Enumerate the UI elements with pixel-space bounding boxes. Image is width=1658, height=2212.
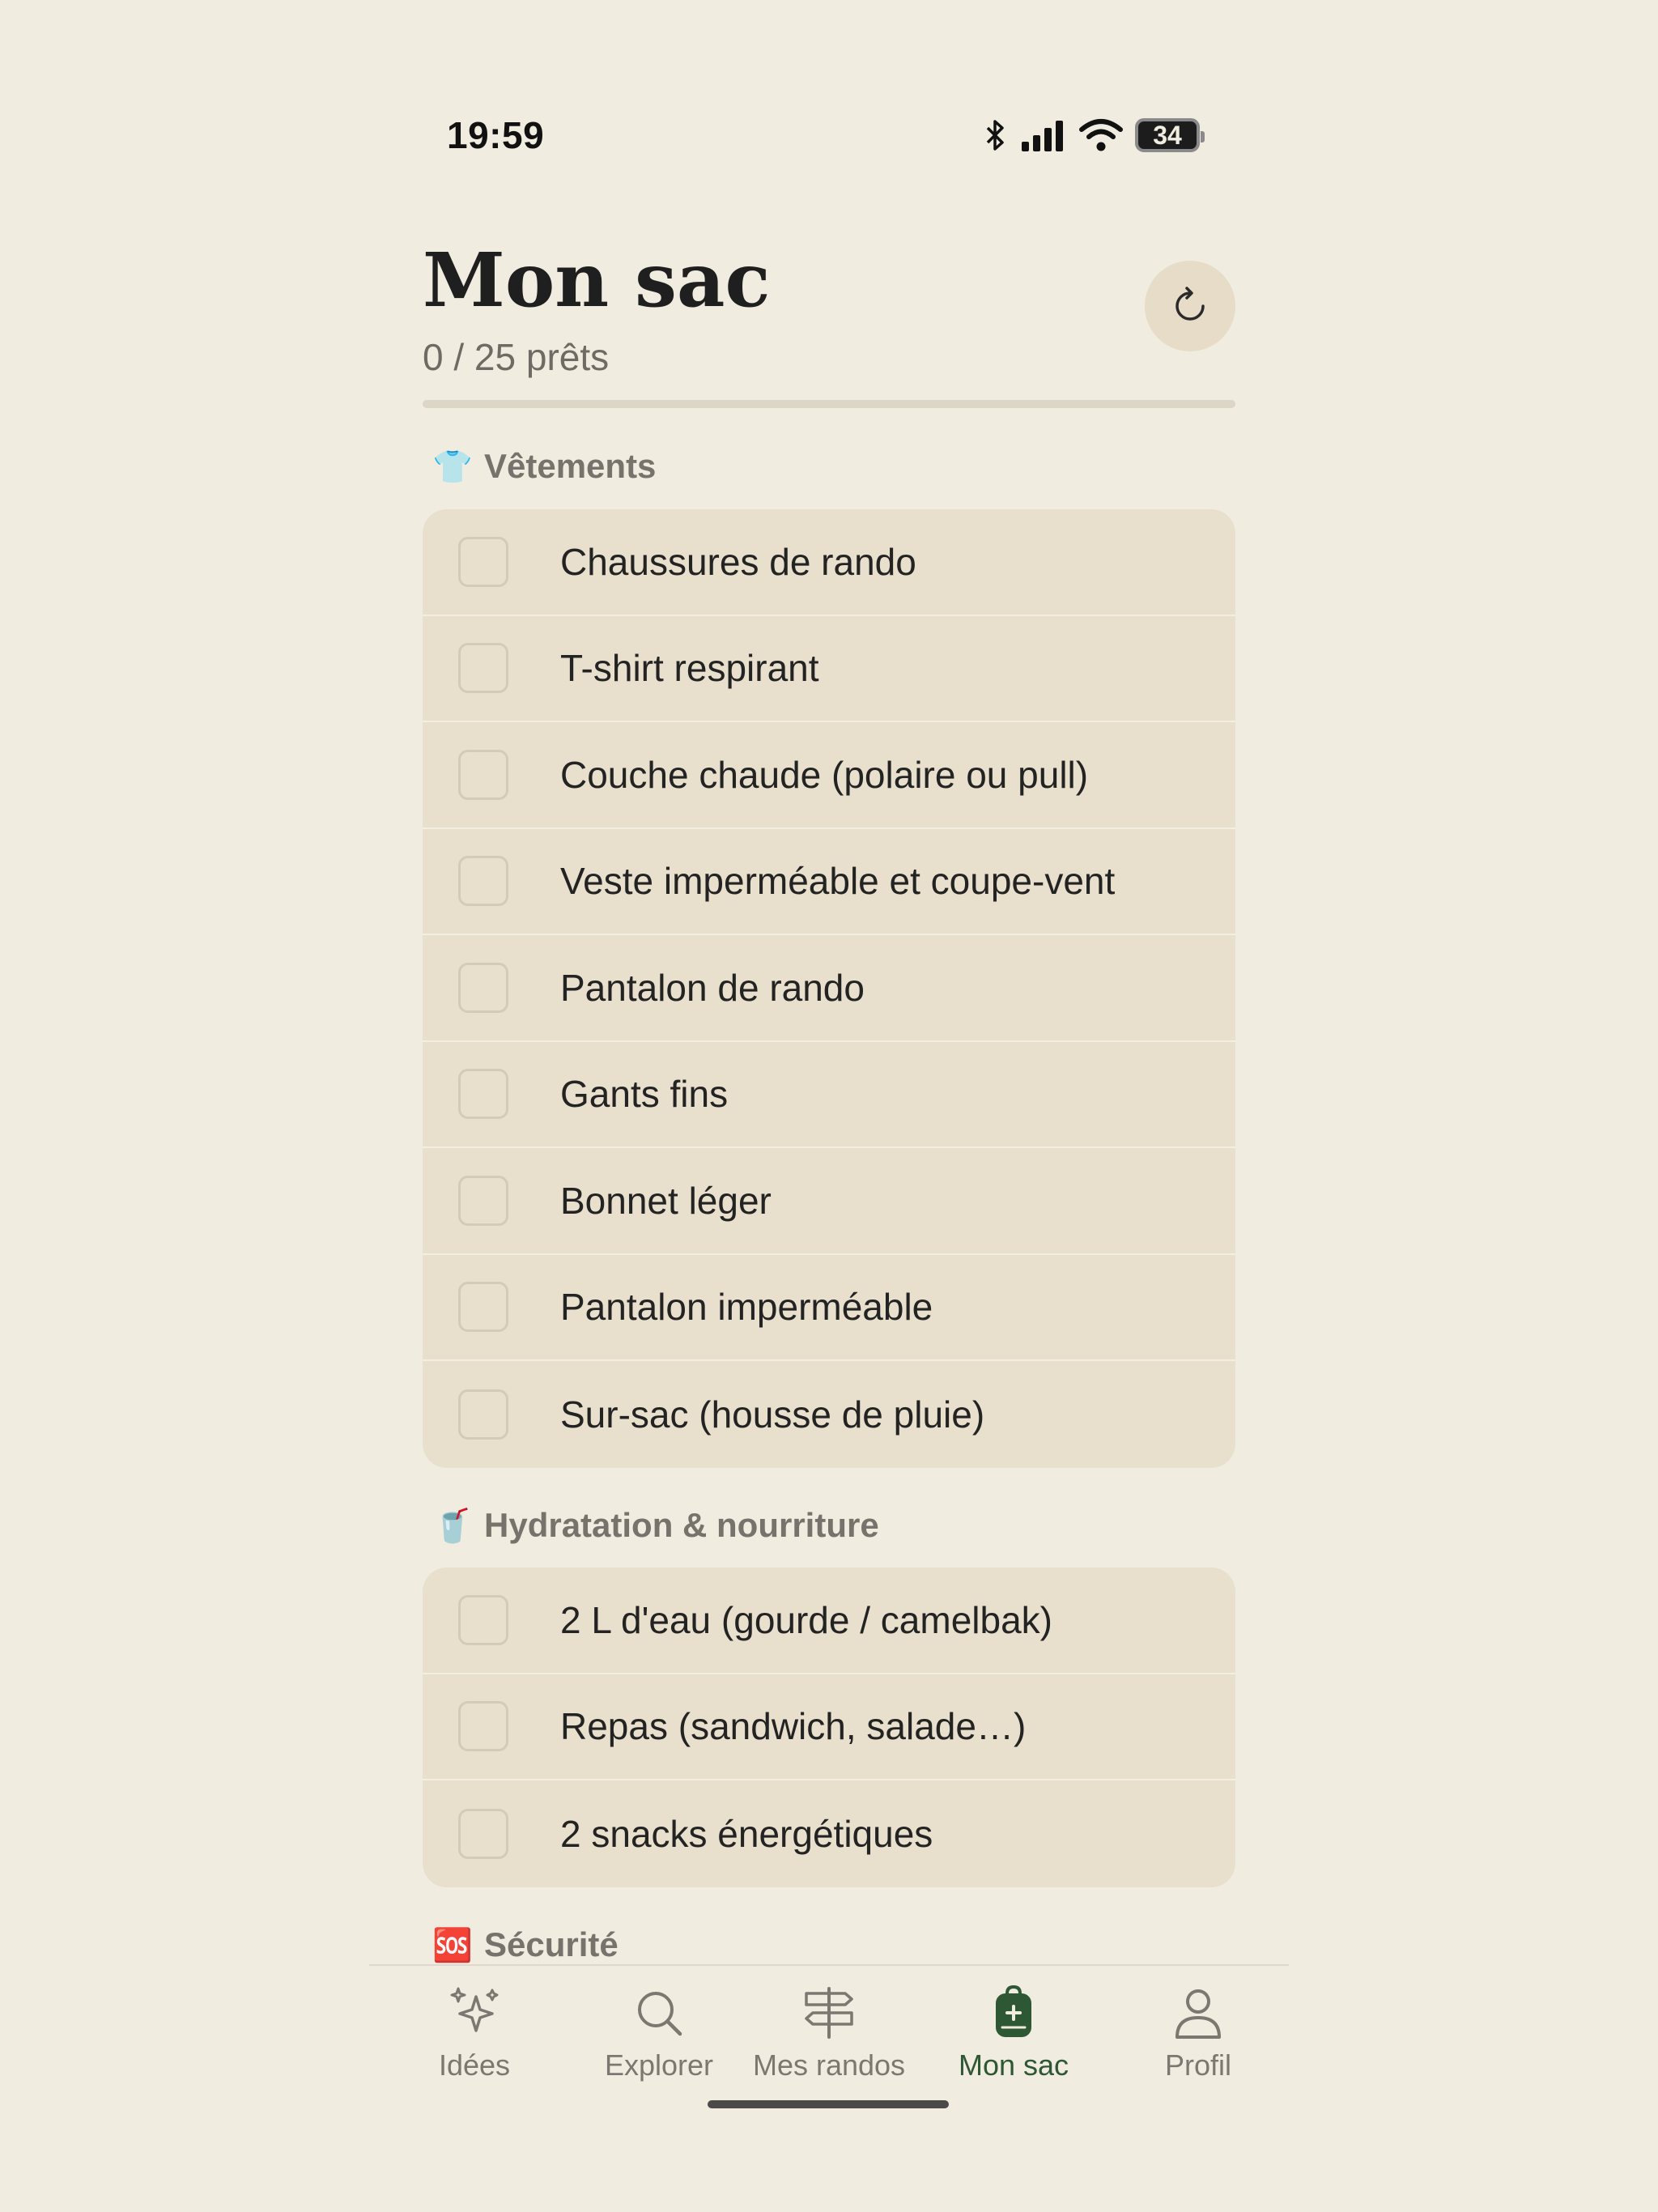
person-icon (1175, 1989, 1221, 2039)
tab-label: Profil (1164, 2048, 1232, 2082)
tab-profil[interactable]: Profil (1109, 1982, 1287, 2082)
refresh-icon (1175, 287, 1205, 321)
tab-mes-randos[interactable]: Mes randos (740, 1982, 918, 2082)
checklist-item[interactable]: Sur-sac (housse de pluie) (423, 1361, 1235, 1468)
checkbox[interactable] (458, 1175, 508, 1226)
checklist-card-hydratation: 2 L d'eau (gourde / camelbak) Repas (san… (423, 1568, 1235, 1887)
tab-label: Idées (438, 2048, 511, 2082)
battery-indicator: 34 (1135, 118, 1205, 152)
checkbox[interactable] (458, 643, 508, 694)
checklist-item[interactable]: Veste imperméable et coupe-vent (423, 829, 1235, 935)
drink-cup-icon: 🥤 (432, 1508, 473, 1544)
checklist-item[interactable]: Repas (sandwich, salade…) (423, 1674, 1235, 1780)
checklist-card-vetements: Chaussures de rando T-shirt respirant Co… (423, 509, 1235, 1468)
home-indicator[interactable] (708, 2100, 949, 2108)
backpack-icon (996, 1984, 1031, 2037)
checkbox[interactable] (458, 1389, 508, 1440)
tab-bar: Idées Explorer Mes randos Mon sac Profil (369, 1964, 1289, 2212)
checkbox[interactable] (458, 1282, 508, 1333)
section-header-hydratation: 🥤 Hydratation & nourriture (432, 1506, 879, 1545)
checklist-item[interactable]: Couche chaude (polaire ou pull) (423, 722, 1235, 829)
tab-mon-sac[interactable]: Mon sac (925, 1982, 1103, 2082)
section-title: Hydratation & nourriture (484, 1506, 879, 1544)
item-label: Bonnet léger (560, 1179, 772, 1222)
item-label: Pantalon imperméable (560, 1286, 933, 1329)
checklist-item[interactable]: Gants fins (423, 1042, 1235, 1148)
bluetooth-icon (986, 120, 1004, 151)
tab-label: Explorer (604, 2048, 714, 2082)
checkbox[interactable] (458, 1808, 508, 1859)
status-time: 19:59 (447, 114, 545, 156)
search-icon (638, 1992, 682, 2036)
item-label: 2 L d'eau (gourde / camelbak) (560, 1598, 1052, 1641)
section-header-securite: 🆘 Sécurité (432, 1925, 619, 1964)
item-label: Repas (sandwich, salade…) (560, 1705, 1027, 1748)
checklist-item[interactable]: Pantalon de rando (423, 935, 1235, 1042)
checkbox[interactable] (458, 536, 508, 587)
checkbox[interactable] (458, 856, 508, 907)
sos-icon: 🆘 (432, 1927, 473, 1963)
tab-explorer[interactable]: Explorer (570, 1982, 748, 2082)
checkbox[interactable] (458, 1701, 508, 1752)
progress-bar (423, 400, 1235, 408)
item-label: Veste imperméable et coupe-vent (560, 860, 1116, 903)
item-label: Couche chaude (polaire ou pull) (560, 753, 1089, 796)
tab-label: Mes randos (752, 2048, 906, 2082)
item-label: Chaussures de rando (560, 540, 916, 583)
checklist-item[interactable]: Chaussures de rando (423, 509, 1235, 616)
item-label: Sur-sac (housse de pluie) (560, 1393, 985, 1436)
item-label: T-shirt respirant (560, 647, 819, 690)
checklist-item[interactable]: Pantalon imperméable (423, 1255, 1235, 1361)
tab-label: Mon sac (958, 2048, 1069, 2082)
signpost-icon (805, 1987, 853, 2039)
section-header-vetements: 👕 Vêtements (432, 447, 656, 486)
tshirt-icon: 👕 (432, 449, 473, 485)
checklist-item[interactable]: Bonnet léger (423, 1148, 1235, 1255)
checkbox[interactable] (458, 1069, 508, 1120)
checklist-item[interactable]: T-shirt respirant (423, 616, 1235, 722)
tab-idees[interactable]: Idées (385, 1982, 563, 2082)
app-screen: 19:59 34 Mon sac 0 / 25 prêts 👕 Vêtement… (369, 0, 1289, 2212)
section-title: Sécurité (484, 1925, 619, 1963)
status-icons: 34 (983, 118, 1205, 152)
checkbox[interactable] (458, 1594, 508, 1645)
page-title: Mon sac (423, 236, 771, 324)
progress-count: 0 / 25 prêts (423, 336, 610, 378)
section-title: Vêtements (484, 447, 657, 485)
checklist-item[interactable]: 2 L d'eau (gourde / camelbak) (423, 1568, 1235, 1674)
reset-button[interactable] (1145, 261, 1235, 351)
cellular-signal-icon (1022, 121, 1063, 151)
checklist-item[interactable]: 2 snacks énergétiques (423, 1780, 1235, 1887)
item-label: 2 snacks énergétiques (560, 1812, 933, 1855)
checkbox[interactable] (458, 962, 508, 1013)
sparkles-icon (450, 1987, 499, 2032)
wifi-icon (1079, 119, 1123, 151)
checkbox[interactable] (458, 749, 508, 800)
item-label: Pantalon de rando (560, 966, 865, 1009)
item-label: Gants fins (560, 1073, 729, 1116)
